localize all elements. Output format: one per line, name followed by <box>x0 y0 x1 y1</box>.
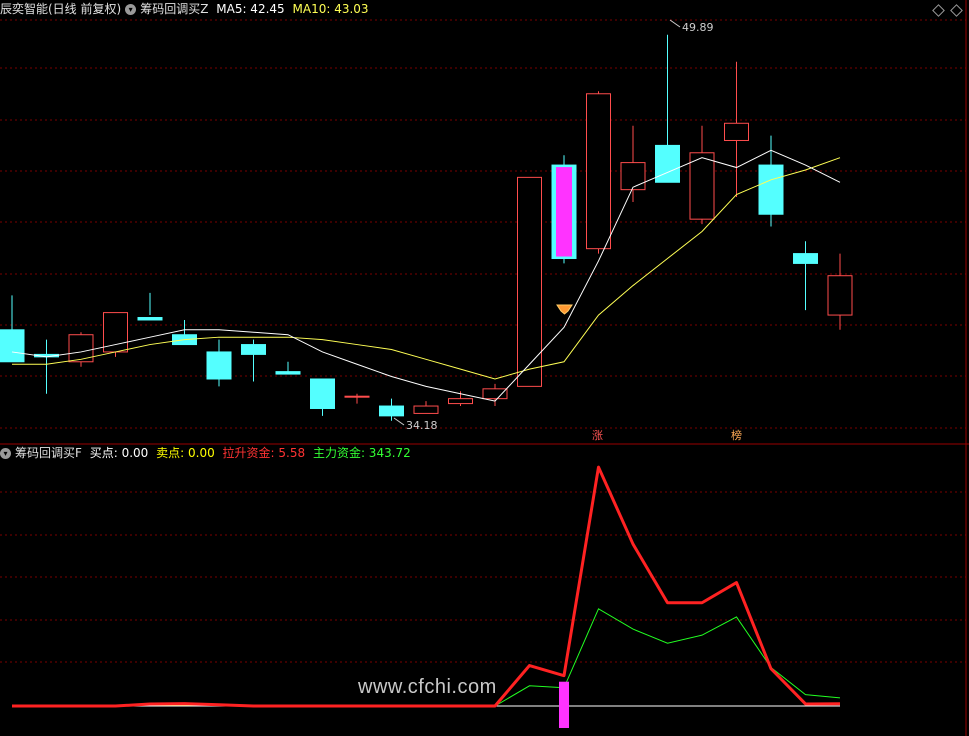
moving-average-lines <box>11 149 841 402</box>
high-price-pointer <box>669 19 681 28</box>
chart-canvas[interactable]: 49.89 34.18 <box>0 0 969 736</box>
indicator-menu-icon[interactable]: ▾ <box>0 448 11 459</box>
candle-body-up <box>482 388 508 400</box>
ma5-readout: MA5: 42.45 <box>216 2 285 16</box>
signal-diamond-icon <box>556 304 573 315</box>
bottom-indicator-name[interactable]: 筹码回调买F <box>15 446 82 460</box>
top-pane-grid <box>0 19 966 429</box>
bottom-pane-grid <box>0 491 966 663</box>
top-pane-header: 辰奕智能(日线 前复权) ▾ 筹码回调买Z MA5: 42.45 MA10: 43.… <box>0 0 373 18</box>
candle-body-down <box>310 378 335 409</box>
rise-fund-readout: 拉升资金: 5.58 <box>222 446 306 460</box>
high-price-label: 49.89 <box>682 21 714 34</box>
candle-body-down <box>137 317 163 321</box>
candle-body-up <box>827 275 853 316</box>
candle-body-up <box>586 93 611 250</box>
candle-body-down <box>758 164 784 215</box>
candle-body-down <box>379 405 404 417</box>
watermark-text: www.cfchi.com <box>358 676 497 698</box>
candle-body-down <box>206 351 232 380</box>
buy-signal-bar <box>559 681 569 728</box>
sell-readout: 卖点: 0.00 <box>156 446 215 460</box>
candle-body-down <box>0 329 25 363</box>
candle-body-up <box>689 152 715 220</box>
candlestick-series <box>0 34 853 421</box>
ma10-readout: MA10: 43.03 <box>292 2 369 16</box>
ma10-line <box>12 157 841 380</box>
ranking-badge[interactable]: 榜 <box>730 429 743 442</box>
stock-title[interactable]: 辰奕智能(日线 前复权) <box>0 2 121 16</box>
low-price-pointer <box>393 417 405 426</box>
candle-body-up <box>413 405 439 414</box>
candle-body-down <box>241 344 266 355</box>
candle-body-down <box>793 253 818 264</box>
candle-body-down <box>655 144 680 183</box>
signal-candle-highlight <box>556 167 572 257</box>
limit-up-badge[interactable]: 涨 <box>591 429 604 442</box>
rise-fund-line <box>12 465 841 708</box>
indicator-menu-icon[interactable]: ▾ <box>125 4 137 15</box>
candle-body-up <box>344 395 370 398</box>
candle-body-up <box>448 398 473 405</box>
indicator-name[interactable]: 筹码回调买Z <box>140 2 208 16</box>
main-fund-readout: 主力资金: 343.72 <box>312 446 411 460</box>
candle-body-up <box>620 162 646 191</box>
candle-body-up <box>724 122 749 141</box>
low-price-label: 34.18 <box>406 419 438 432</box>
buy-readout: 买点: 0.00 <box>89 446 149 460</box>
candle-body-down <box>275 371 301 375</box>
ma5-line <box>11 149 841 402</box>
bottom-pane-header: ▾ 筹码回调买F 买点: 0.00 卖点: 0.00 拉升资金: 5.58 主力资… <box>0 444 415 462</box>
